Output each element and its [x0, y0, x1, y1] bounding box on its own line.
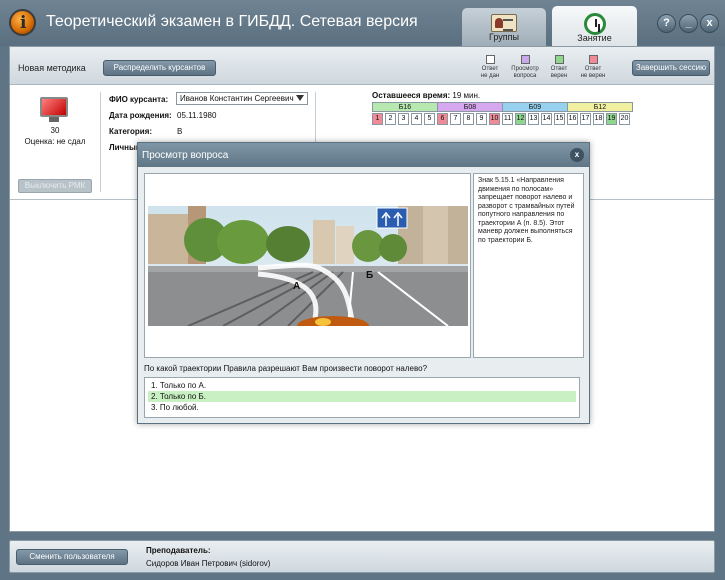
- answer-option[interactable]: 3. По любой.: [148, 402, 576, 413]
- category-value: B: [177, 127, 183, 136]
- chevron-down-icon: [296, 95, 304, 101]
- question-cell[interactable]: 5: [424, 113, 435, 125]
- tab-lesson-label: Занятие: [577, 33, 612, 43]
- score-text: Оценка: не сдал: [24, 137, 86, 146]
- question-cell[interactable]: 13: [528, 113, 539, 125]
- legend-not-answered: Ответ не дан: [470, 55, 510, 80]
- answers-list: 1. Только по А. 2. Только по Б. 3. По лю…: [144, 377, 580, 418]
- question-text: По какой траектории Правила разрешают Ва…: [144, 364, 428, 373]
- student-select-value: Иванов Константин Сергеевич: [180, 94, 294, 103]
- close-button[interactable]: x: [700, 14, 719, 33]
- minimize-button[interactable]: _: [679, 14, 698, 33]
- session-toolbar: Новая методика Распределить курсантов От…: [10, 47, 714, 85]
- switch-user-button[interactable]: Сменить пользователя: [16, 549, 128, 565]
- question-cells: 1 2 3 4 5 6 7 8 9 10 11 12 13 14 15 16 17 18 19 20: [372, 113, 632, 125]
- legend-wrong: Ответ не верен: [573, 55, 613, 80]
- finish-session-button[interactable]: Завершить сессию: [632, 60, 710, 76]
- lesson-clock-icon: [583, 13, 606, 35]
- question-cell[interactable]: 15: [554, 113, 565, 125]
- teacher-name: Сидоров Иван Петрович (sidorov): [146, 559, 271, 568]
- answer-option[interactable]: 1. Только по А.: [148, 380, 576, 391]
- question-cell[interactable]: 20: [619, 113, 630, 125]
- legend-swatch: [554, 55, 564, 64]
- tab-groups-label: Группы: [489, 32, 519, 42]
- legend-text: не верен: [580, 73, 606, 79]
- divider: [100, 92, 101, 192]
- question-image: А Б: [148, 206, 468, 326]
- time-value: 19 мин.: [452, 91, 481, 100]
- personal-label: Личный: [109, 143, 141, 152]
- teacher-label: Преподаватель:: [146, 546, 211, 555]
- question-cell[interactable]: 2: [385, 113, 396, 125]
- category-label: Категория:: [109, 127, 153, 136]
- block-label: Б08: [437, 102, 503, 112]
- trajectory-b-label: Б: [366, 270, 373, 281]
- question-cell[interactable]: 9: [476, 113, 487, 125]
- monitor-screen: [40, 97, 68, 117]
- student-select[interactable]: Иванов Константин Сергеевич: [176, 92, 308, 105]
- legend-text: Ответ: [584, 66, 602, 72]
- block-label: Б09: [502, 102, 568, 112]
- legend-swatch: [520, 55, 530, 64]
- dialog-close-button[interactable]: x: [570, 148, 584, 162]
- workstation-monitor-icon[interactable]: [38, 97, 70, 123]
- time-remaining: Оставшееся время: 19 мин.: [372, 91, 480, 100]
- explanation-text: Знак 5.15.1 «Направления движения по пол…: [473, 173, 584, 358]
- legend-swatch: [588, 55, 598, 64]
- tab-groups[interactable]: Группы: [462, 8, 546, 46]
- dob-label: Дата рождения:: [109, 111, 172, 120]
- question-cell[interactable]: 10: [489, 113, 500, 125]
- main-panel: Новая методика Распределить курсантов От…: [9, 46, 715, 532]
- question-cell[interactable]: 11: [502, 113, 513, 125]
- monitor-stand: [49, 117, 59, 122]
- trajectory-a-label: А: [293, 281, 300, 292]
- question-cell[interactable]: 1: [372, 113, 383, 125]
- question-cell[interactable]: 19: [606, 113, 617, 125]
- question-view-dialog: Просмотр вопроса x А Б Знак 5.15.1 «Напр…: [137, 142, 590, 424]
- question-cell[interactable]: 6: [437, 113, 448, 125]
- legend-text: Ответ: [481, 66, 499, 72]
- groups-icon: [491, 14, 517, 32]
- method-label: Новая методика: [18, 63, 86, 73]
- dialog-title: Просмотр вопроса: [138, 143, 589, 167]
- question-cell[interactable]: 14: [541, 113, 552, 125]
- app-title: Теоретический экзамен в ГИБДД. Сетевая в…: [46, 13, 418, 30]
- title-bar: Теоретический экзамен в ГИБДД. Сетевая в…: [0, 0, 725, 47]
- question-cell[interactable]: 12: [515, 113, 526, 125]
- distribute-students-button[interactable]: Распределить курсантов: [103, 60, 216, 76]
- question-cell[interactable]: 16: [567, 113, 578, 125]
- block-label: Б12: [567, 102, 633, 112]
- seat-number: 30: [50, 126, 60, 135]
- tab-lesson[interactable]: Занятие: [552, 6, 637, 47]
- question-cell[interactable]: 4: [411, 113, 422, 125]
- dob-value: 05.11.1980: [177, 111, 217, 120]
- block-label: Б16: [372, 102, 438, 112]
- question-cell[interactable]: 7: [450, 113, 461, 125]
- fio-label: ФИО курсанта:: [109, 95, 169, 104]
- legend-swatch: [485, 55, 495, 64]
- question-image-frame: А Б: [144, 173, 471, 358]
- time-label: Оставшееся время:: [372, 91, 451, 100]
- answer-option-correct[interactable]: 2. Только по Б.: [148, 391, 576, 402]
- ticket-blocks: Б16 Б08 Б09 Б12: [372, 102, 633, 112]
- app-logo-icon: [9, 9, 36, 36]
- question-cell[interactable]: 8: [463, 113, 474, 125]
- question-cell[interactable]: 17: [580, 113, 591, 125]
- question-cell[interactable]: 18: [593, 113, 604, 125]
- disable-workstation-button[interactable]: Выключить РМК: [18, 179, 92, 193]
- legend-text: не дан: [480, 73, 500, 79]
- question-cell[interactable]: 3: [398, 113, 409, 125]
- bottom-bar: Сменить пользователя Преподаватель: Сидо…: [9, 540, 715, 573]
- help-button[interactable]: ?: [657, 14, 676, 33]
